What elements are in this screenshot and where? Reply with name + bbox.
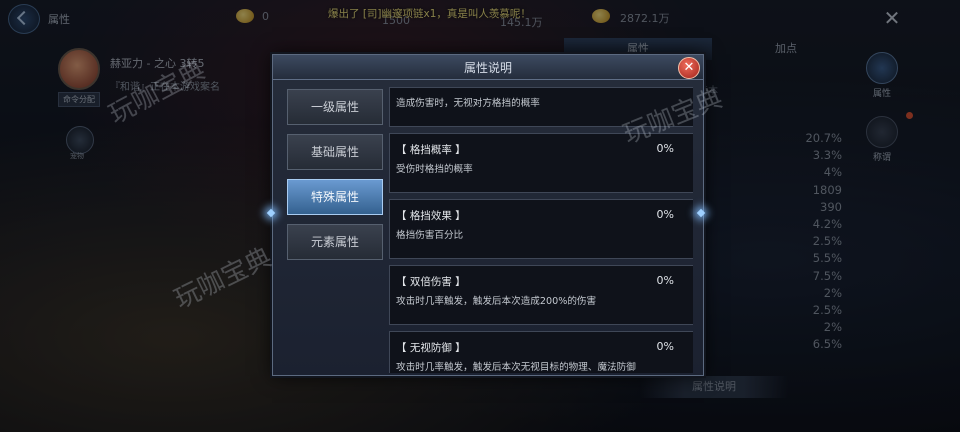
attribute-description: 受伤时格挡的概率 [396, 164, 473, 175]
attribute-name: 【 格挡效果 】 [396, 210, 466, 222]
list-item: 造成伤害时，无视对方格挡的概率 [389, 87, 693, 127]
attribute-value: 0% [656, 340, 674, 353]
tab-basic-attributes[interactable]: 基础属性 [287, 134, 383, 170]
tab-special-attributes[interactable]: 特殊属性 [287, 179, 383, 215]
list-item: 【 格挡概率 】 0% 受伤时格挡的概率 [389, 133, 693, 193]
list-item: 【 无视防御 】 0% 攻击时几率触发，触发后本次无视目标的物理、魔法防御 [389, 331, 693, 373]
attribute-name: 【 格挡概率 】 [396, 144, 466, 156]
close-icon[interactable]: ✕ [678, 57, 700, 79]
dialog-header: 属性说明 ✕ [273, 55, 703, 80]
attribute-value: 0% [656, 142, 674, 155]
attribute-description: 格挡伤害百分比 [396, 230, 464, 241]
tab-element-attributes[interactable]: 元素属性 [287, 224, 383, 260]
category-tabs: 一级属性 基础属性 特殊属性 元素属性 [287, 89, 383, 269]
attribute-list[interactable]: 造成伤害时，无视对方格挡的概率 【 格挡概率 】 0% 受伤时格挡的概率 【 格… [389, 87, 693, 373]
list-item: 【 双倍伤害 】 0% 攻击时几率触发，触发后本次造成200%的伤害 [389, 265, 693, 325]
attribute-name: 【 无视防御 】 [396, 342, 466, 354]
attribute-info-dialog: 属性说明 ✕ 一级属性 基础属性 特殊属性 元素属性 造成伤害时，无视对方格挡的… [272, 54, 704, 376]
attribute-description: 攻击时几率触发，触发后本次造成200%的伤害 [396, 296, 597, 307]
tab-primary-attributes[interactable]: 一级属性 [287, 89, 383, 125]
attribute-description: 造成伤害时，无视对方格挡的概率 [396, 98, 540, 109]
list-item: 【 格挡效果 】 0% 格挡伤害百分比 [389, 199, 693, 259]
dialog-title: 属性说明 [463, 61, 512, 75]
attribute-value: 0% [656, 274, 674, 287]
attribute-name: 【 双倍伤害 】 [396, 276, 466, 288]
attribute-value: 0% [656, 208, 674, 221]
attribute-description: 攻击时几率触发，触发后本次无视目标的物理、魔法防御 [396, 362, 636, 373]
